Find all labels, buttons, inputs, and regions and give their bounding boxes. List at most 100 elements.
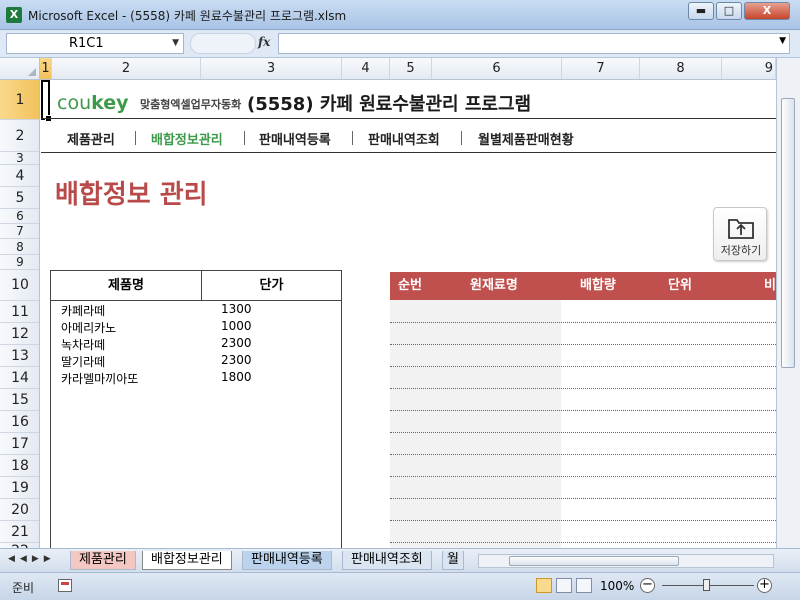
row-header-21[interactable]: 21 [0,521,39,543]
upload-folder-icon [728,219,754,239]
row-header-19[interactable]: 19 [0,477,39,499]
select-all-corner[interactable] [0,58,40,79]
product-price: 2300 [221,353,252,367]
close-button[interactable]: X [744,2,790,20]
maximize-button[interactable]: □ [716,2,742,20]
row-header-11[interactable]: 11 [0,301,39,323]
minimize-button[interactable]: ▬ [688,2,714,20]
name-box[interactable]: R1C1 ▼ [6,33,184,54]
zoom-level[interactable]: 100% [600,579,634,593]
nav-item-product-management[interactable]: 제품관리 [67,129,115,148]
nav-menu: 제품관리 배합정보관리 판매내역등록 판매내역조회 월별제품판매현황 [41,124,776,152]
header-material-name: 원재료명 [470,278,518,293]
vertical-scrollbar[interactable] [776,58,800,548]
expand-formula-icon[interactable]: ▼ [779,36,786,46]
page-layout-view-button[interactable] [556,578,572,593]
row-header-9[interactable]: 9 [0,255,39,270]
name-box-dropdown-icon[interactable]: ▼ [172,34,179,53]
table-row[interactable]: 카라멜마끼아또 1800 [51,370,341,387]
product-name: 딸기라떼 [61,355,106,369]
title-divider [41,118,776,119]
excel-icon: X [6,7,22,23]
nav-separator [352,131,353,145]
row-header-8[interactable]: 8 [0,239,39,255]
row-header-10[interactable]: 10 [0,270,39,301]
nav-item-sales-inquiry[interactable]: 판매내역조회 [368,129,440,148]
row-divider [390,366,776,367]
tab-sales-inquiry[interactable]: 판매내역조회 [342,551,432,570]
column-headers: 1 2 3 4 5 6 7 8 9 [0,58,776,80]
row-header-16[interactable]: 16 [0,411,39,433]
worksheet[interactable]: coukey 맞춤형엑셀업무자동화 (5558) 카페 원료수불관리 프로그램 … [41,80,776,548]
tab-sales-entry[interactable]: 판매내역등록 [242,551,332,570]
column-header-5[interactable]: 5 [390,58,432,79]
column-header-1[interactable]: 1 [40,58,52,79]
nav-separator [244,131,245,145]
column-header-6[interactable]: 6 [432,58,562,79]
table-row[interactable]: 카페라떼 1300 [51,302,341,319]
title-bar: X Microsoft Excel - (5558) 카페 원료수불관리 프로그… [0,0,800,30]
nav-divider [41,152,776,153]
macro-record-icon[interactable] [58,579,72,592]
row-header-7[interactable]: 7 [0,224,39,239]
formula-collapse-pill[interactable] [190,33,256,54]
save-button[interactable]: 저장하기 [713,207,767,261]
row-header-3[interactable]: 3 [0,151,39,165]
row-divider [390,388,776,389]
nav-item-sales-entry[interactable]: 판매내역등록 [259,129,331,148]
table-row[interactable]: 딸기라떼 2300 [51,353,341,370]
tab-recipe-management[interactable]: 배합정보관리 [142,551,232,570]
row-header-18[interactable]: 18 [0,455,39,477]
row-header-14[interactable]: 14 [0,367,39,389]
row-header-20[interactable]: 20 [0,499,39,521]
column-header-4[interactable]: 4 [342,58,390,79]
name-box-value: R1C1 [69,36,104,51]
table-row[interactable]: 아메리카노 1000 [51,319,341,336]
vertical-scroll-thumb[interactable] [781,98,795,368]
formula-controls: fx [190,33,276,54]
product-name: 녹차라떼 [61,338,106,352]
tab-product-management[interactable]: 제품관리 [70,551,136,570]
sheet-tab-bar: ◀◀▶▶ 제품관리 배합정보관리 판매내역등록 판매내역조회 월 [0,548,800,572]
product-table-header: 제품명 단가 [51,271,341,301]
row-divider [390,322,776,323]
row-header-15[interactable]: 15 [0,389,39,411]
product-price: 2300 [221,336,252,350]
zoom-slider-thumb[interactable] [703,579,710,591]
recipe-key-column[interactable] [390,300,561,548]
tab-monthly-sales[interactable]: 월 [442,551,464,570]
nav-item-monthly-sales[interactable]: 월별제품판매현황 [478,129,574,148]
formula-input[interactable]: ▼ [278,33,790,54]
column-header-8[interactable]: 8 [640,58,722,79]
column-header-2[interactable]: 2 [52,58,201,79]
column-header-7[interactable]: 7 [562,58,640,79]
row-divider [390,410,776,411]
row-header-6[interactable]: 6 [0,209,39,224]
column-header-3[interactable]: 3 [201,58,342,79]
nav-item-recipe-management[interactable]: 배합정보관리 [151,129,223,148]
zoom-in-button[interactable]: + [757,578,772,593]
horizontal-scrollbar[interactable] [478,554,774,568]
window-title: Microsoft Excel - (5558) 카페 원료수불관리 프로그램.… [28,9,347,23]
tab-navigation-arrows[interactable]: ◀◀▶▶ [8,554,56,564]
row-header-17[interactable]: 17 [0,433,39,455]
row-divider [390,498,776,499]
nav-separator [461,131,462,145]
normal-view-button[interactable] [536,578,552,593]
row-header-1[interactable]: 1 [0,80,39,120]
page-break-view-button[interactable] [576,578,592,593]
row-header-12[interactable]: 12 [0,323,39,345]
row-header-2[interactable]: 2 [0,120,39,152]
column-header-9[interactable]: 9 [722,58,776,79]
horizontal-scroll-thumb[interactable] [509,556,679,566]
selected-cell[interactable] [41,80,52,122]
table-row[interactable]: 녹차라떼 2300 [51,336,341,353]
zoom-out-button[interactable]: − [640,578,655,593]
row-header-5[interactable]: 5 [0,187,39,209]
formula-bar: R1C1 ▼ fx ▼ [0,30,800,58]
header-ratio: 비 [764,278,776,293]
row-header-13[interactable]: 13 [0,345,39,367]
row-header-4[interactable]: 4 [0,165,39,187]
product-price: 1300 [221,302,252,316]
insert-function-icon[interactable]: fx [258,35,270,49]
